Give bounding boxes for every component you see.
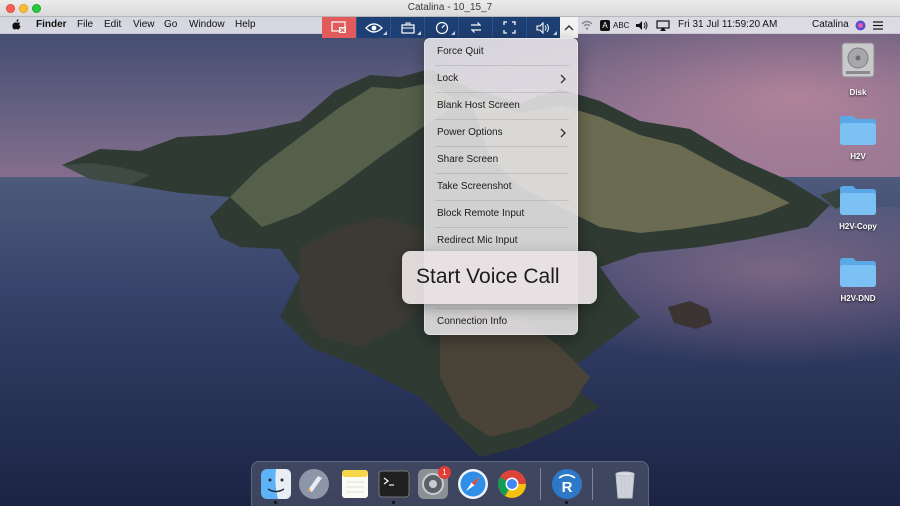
terminal-icon[interactable] [378, 468, 410, 500]
speaker-icon [536, 21, 549, 34]
menu-app-finder[interactable]: Finder [36, 19, 67, 30]
window-titlebar: Catalina - 10_15_7 [0, 0, 900, 17]
briefcase-icon [400, 22, 415, 34]
menu-item-take-screenshot[interactable]: Take Screenshot [425, 174, 579, 200]
user-name[interactable]: Catalina [812, 19, 849, 30]
start-voice-call-label: Start Voice Call [416, 265, 560, 288]
disconnect-icon [331, 21, 346, 33]
eye-icon [364, 22, 383, 33]
terminal-running-dot [392, 501, 395, 504]
clock-datetime[interactable]: Fri 31 Jul 11:59:20 AM [678, 19, 777, 30]
transfer-arrows-icon [470, 22, 481, 33]
finder-running-dot [274, 501, 277, 504]
chrome-icon[interactable] [496, 468, 528, 500]
menu-item-start-voice-call[interactable]: Start Voice Call [402, 251, 597, 304]
connection-quality-button[interactable] [424, 17, 458, 38]
fullscreen-button[interactable] [492, 17, 526, 38]
fullscreen-icon [503, 21, 516, 34]
wifi-icon[interactable] [581, 20, 593, 31]
menu-item-share-screen[interactable]: Share Screen [425, 147, 579, 173]
menu-item-block-remote-input[interactable]: Block Remote Input [425, 201, 579, 227]
menu-edit[interactable]: Edit [104, 19, 121, 30]
menu-file[interactable]: File [77, 19, 93, 30]
dock-separator [592, 468, 593, 500]
view-options-button[interactable] [356, 17, 390, 38]
launchpad-icon[interactable] [298, 468, 330, 500]
volume-icon[interactable] [635, 20, 649, 31]
sound-button[interactable] [526, 17, 560, 38]
menu-item-lock[interactable]: Lock [425, 66, 579, 92]
airplay-icon[interactable] [656, 20, 670, 31]
desktop-icon-h2v-copy[interactable]: H2V-Copy [823, 184, 893, 231]
folder-icon [840, 186, 876, 215]
menu-item-connection-info[interactable]: Connection Info [425, 309, 579, 335]
system-preferences-badge: 1 [438, 466, 451, 479]
menu-help[interactable]: Help [235, 19, 256, 30]
hard-disk-icon [841, 42, 875, 78]
menu-go[interactable]: Go [164, 19, 177, 30]
desktop-icon-h2v[interactable]: H2V [823, 114, 893, 161]
file-transfer-button[interactable] [458, 17, 492, 38]
chevron-up-icon [564, 25, 574, 31]
menu-item-power-options[interactable]: Power Options [425, 120, 579, 146]
trash-icon[interactable] [609, 468, 641, 500]
control-center-icon[interactable] [872, 20, 884, 31]
chevron-right-icon [560, 128, 566, 138]
chevron-right-icon [560, 74, 566, 84]
dock: 1 R [251, 461, 649, 506]
menu-window[interactable]: Window [189, 19, 225, 30]
siri-icon[interactable] [855, 20, 866, 31]
input-source-label[interactable]: ABC [613, 21, 629, 30]
actions-button[interactable] [390, 17, 424, 38]
notes-icon[interactable] [339, 468, 371, 500]
remote-desktop-running-dot [565, 501, 568, 504]
finder-icon[interactable] [260, 468, 292, 500]
disconnect-button[interactable] [322, 17, 356, 38]
window-title: Catalina - 10_15_7 [407, 2, 493, 13]
gauge-icon [435, 21, 448, 34]
remote-desktop-icon[interactable]: R [551, 468, 583, 500]
remote-toolbar [322, 17, 578, 38]
dock-separator [540, 468, 541, 500]
menu-item-blank-host-screen[interactable]: Blank Host Screen [425, 93, 579, 119]
safari-icon[interactable] [457, 468, 489, 500]
svg-text:R: R [562, 479, 573, 496]
menu-view[interactable]: View [133, 19, 155, 30]
folder-icon [840, 258, 876, 287]
accessibility-a-icon[interactable]: A [600, 20, 610, 31]
desktop-icon-h2v-dnd[interactable]: H2V-DND [823, 256, 893, 303]
menu-item-force-quit[interactable]: Force Quit [425, 39, 579, 65]
apple-icon[interactable] [12, 19, 22, 31]
collapse-menu-button[interactable] [560, 17, 578, 38]
folder-icon [840, 116, 876, 145]
desktop-icon-disk[interactable]: Disk [823, 40, 893, 97]
